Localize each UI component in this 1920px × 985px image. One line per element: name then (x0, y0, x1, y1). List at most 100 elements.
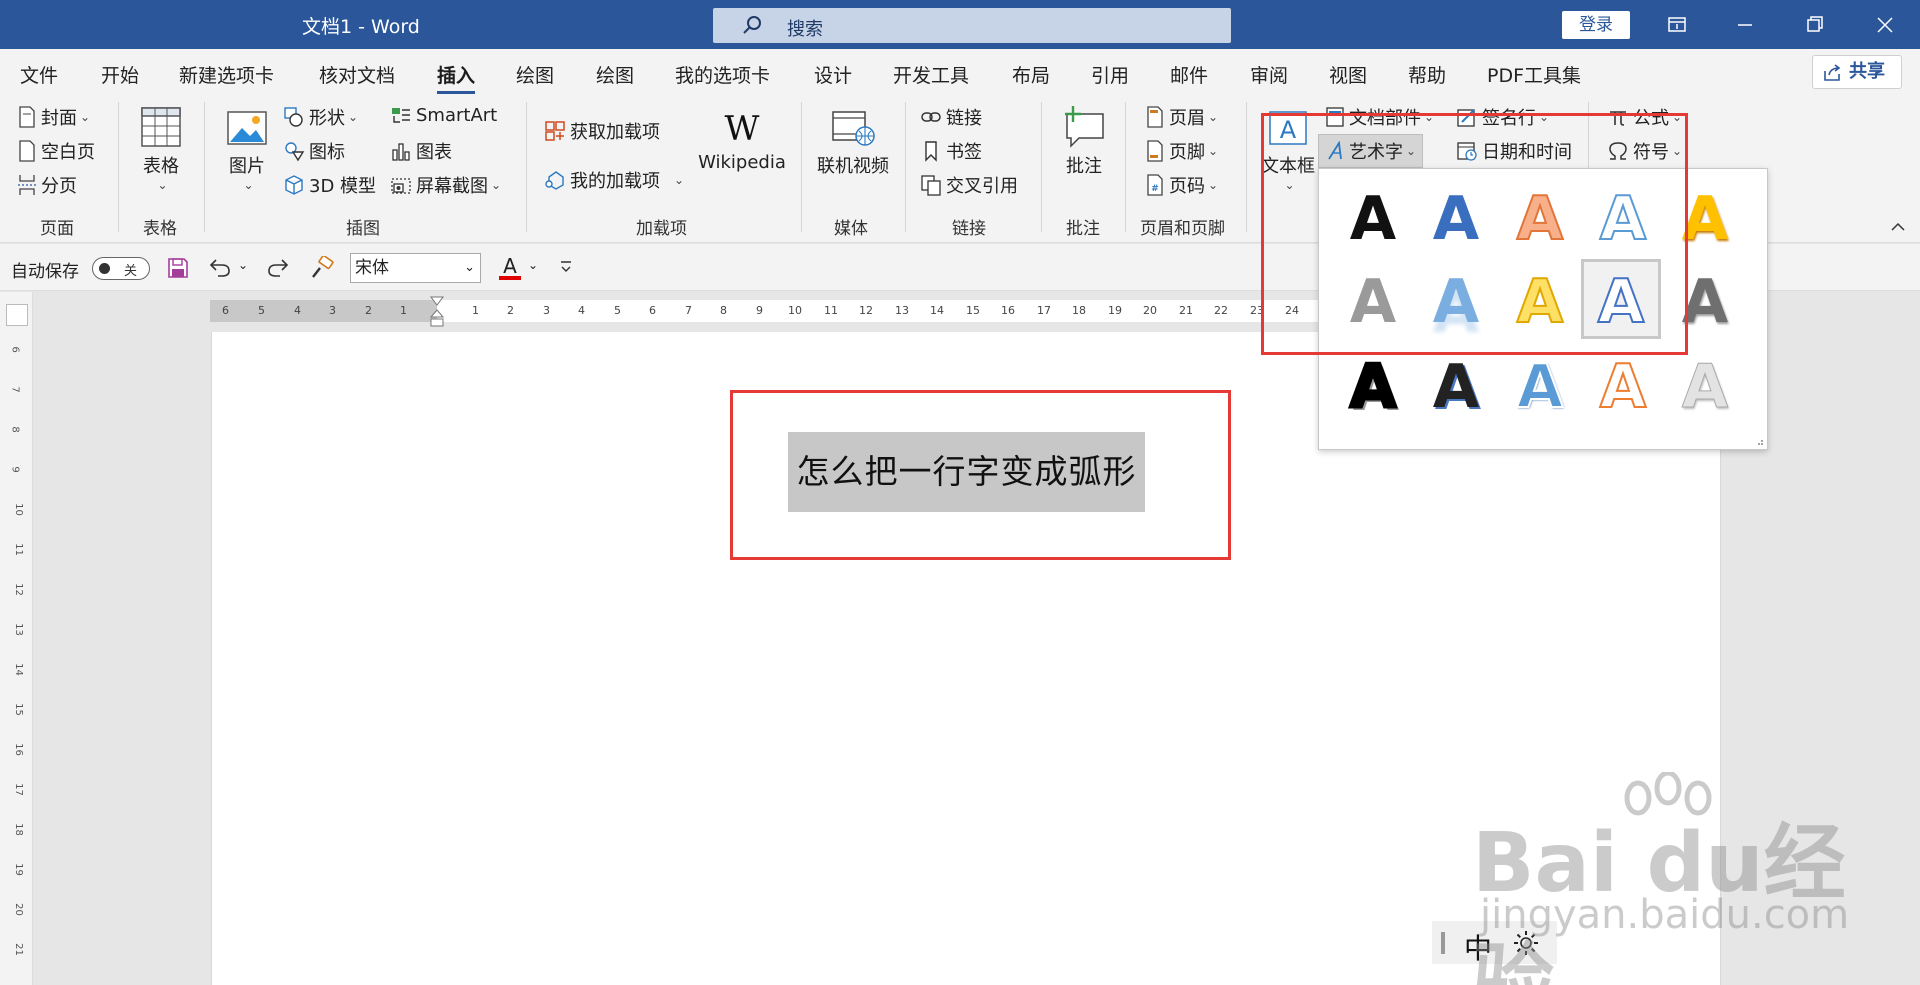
online-video-button[interactable]: 联机视频 (815, 108, 891, 178)
new-comment-button[interactable]: 批注 (1058, 104, 1110, 178)
get-addins-button[interactable]: 获取加载项 (544, 118, 660, 144)
hruler-tick: 6 (222, 304, 229, 317)
tab-new[interactable]: 新建选项卡 (179, 61, 274, 88)
wordart-style-14[interactable]: A (1583, 347, 1663, 427)
save-icon[interactable] (166, 256, 190, 280)
tab-my-tab[interactable]: 我的选项卡 (675, 61, 770, 88)
group-label-pages: 页面 (40, 219, 74, 239)
wordart-style-6[interactable]: A (1333, 262, 1413, 342)
font-color-icon[interactable]: A (497, 254, 523, 282)
wordart-button[interactable]: 艺术字 ⌄ (1318, 134, 1424, 168)
text-box-button[interactable]: A 文本框 ⌄ (1258, 108, 1318, 192)
tab-help[interactable]: 帮助 (1408, 61, 1446, 88)
addin-icon (545, 171, 564, 190)
shapes-button[interactable]: 形状 ⌄ (283, 104, 358, 130)
cover-page-button[interactable]: 封面 ⌄ (17, 104, 90, 130)
wordart-style-4[interactable]: A (1583, 179, 1663, 259)
tab-view[interactable]: 视图 (1329, 61, 1367, 88)
table-icon (141, 107, 181, 147)
wordart-style-10[interactable]: A (1665, 262, 1745, 342)
tab-draw-2[interactable]: 绘图 (596, 61, 634, 88)
my-addins-button[interactable]: 我的加载项 ⌄ (544, 167, 684, 193)
tab-home[interactable]: 开始 (101, 61, 139, 88)
resize-grip-icon[interactable] (1756, 438, 1764, 446)
tab-check-document[interactable]: 核对文档 (319, 61, 395, 88)
quick-parts-button[interactable]: 文档部件 ⌄ (1325, 104, 1434, 130)
hruler-tick: 2 (507, 304, 514, 317)
undo-icon[interactable] (208, 256, 232, 280)
share-button[interactable]: 共享 (1812, 55, 1902, 89)
selected-text[interactable]: 怎么把一行字变成弧形 (788, 432, 1145, 512)
equation-button[interactable]: 公式 ⌄ (1607, 104, 1682, 130)
footer-button[interactable]: 页脚 ⌄ (1145, 138, 1218, 164)
smartart-button[interactable]: SmartArt (390, 104, 497, 126)
tab-selector[interactable] (6, 304, 28, 326)
wordart-style-8[interactable]: A (1500, 262, 1580, 342)
wordart-style-3[interactable]: A (1500, 179, 1580, 259)
undo-dropdown-icon[interactable]: ⌄ (238, 258, 248, 272)
wordart-style-9[interactable]: A (1581, 259, 1661, 339)
tab-developer[interactable]: 开发工具 (893, 61, 969, 88)
vruler-tick: 16 (12, 743, 24, 756)
tab-pdf-tools[interactable]: PDF工具集 (1487, 61, 1581, 88)
font-name-select[interactable]: 宋体 ⌄ (350, 253, 481, 283)
ribbon-display-options-icon[interactable] (1662, 10, 1692, 40)
vruler-tick: 10 (12, 503, 24, 516)
tab-draw-1[interactable]: 绘图 (516, 61, 554, 88)
link-button[interactable]: 链接 (920, 104, 982, 130)
blank-page-button[interactable]: 空白页 (17, 138, 95, 164)
wordart-style-12[interactable]: A (1416, 347, 1496, 427)
header-button[interactable]: 页眉 ⌄ (1145, 104, 1218, 130)
tab-design[interactable]: 设计 (814, 61, 852, 88)
indent-marker-icon[interactable] (430, 296, 444, 328)
tab-insert[interactable]: 插入 (437, 61, 476, 94)
wikipedia-button[interactable]: W Wikipedia (697, 108, 787, 173)
format-painter-icon[interactable] (310, 256, 334, 280)
font-color-dropdown-icon[interactable]: ⌄ (528, 258, 538, 272)
watermark: Bai du经验 jingyan.baidu.com (1472, 772, 1920, 985)
wordart-style-11[interactable]: A (1333, 347, 1413, 427)
wordart-style-5[interactable]: A (1665, 179, 1745, 259)
chart-button[interactable]: 图表 (390, 138, 452, 164)
tab-references[interactable]: 引用 (1091, 61, 1129, 88)
tab-mailings[interactable]: 邮件 (1170, 61, 1208, 88)
collapse-ribbon-icon[interactable] (1890, 220, 1906, 232)
tab-review[interactable]: 审阅 (1250, 61, 1288, 88)
group-label-comments: 批注 (1066, 219, 1100, 239)
pictures-button[interactable]: 图片 ⌄ (224, 108, 270, 192)
hruler-tick: 5 (614, 304, 621, 317)
search-box[interactable]: 搜索 (713, 8, 1231, 43)
login-button[interactable]: 登录 (1562, 11, 1630, 39)
minimize-icon[interactable] (1730, 10, 1760, 40)
symbol-button[interactable]: 符号 ⌄ (1607, 138, 1682, 164)
date-time-button[interactable]: 日期和时间 (1456, 138, 1572, 164)
table-button[interactable]: 表格 ⌄ (138, 106, 184, 192)
wordart-style-1[interactable]: A (1333, 179, 1413, 259)
redo-icon[interactable] (266, 256, 290, 280)
icons-button[interactable]: 图标 (283, 138, 345, 164)
share-icon (1824, 64, 1841, 81)
page-break-button[interactable]: 分页 (17, 172, 77, 198)
tab-file[interactable]: 文件 (20, 61, 58, 88)
hruler-tick: 8 (720, 304, 727, 317)
wordart-style-15[interactable]: A (1665, 347, 1745, 427)
wordart-style-7[interactable]: A (1416, 262, 1496, 342)
page-number-button[interactable]: # 页码 ⌄ (1145, 172, 1218, 198)
bookmark-button[interactable]: 书签 (920, 138, 982, 164)
hruler-tick: 16 (1001, 304, 1015, 317)
close-icon[interactable] (1870, 10, 1900, 40)
signature-line-icon (1457, 109, 1475, 127)
screenshot-button[interactable]: 屏幕截图 ⌄ (390, 172, 501, 198)
customize-qat-icon[interactable] (558, 258, 574, 276)
wordart-style-2[interactable]: A (1416, 179, 1496, 259)
blank-page-icon (19, 140, 35, 162)
restore-icon[interactable] (1800, 10, 1830, 40)
autosave-label: 自动保存 (11, 262, 79, 282)
autosave-toggle[interactable]: 关 (92, 257, 150, 280)
wordart-style-13[interactable]: A (1500, 347, 1580, 427)
signature-line-button[interactable]: 签名行 ⌄ (1456, 104, 1549, 130)
cross-reference-button[interactable]: 交叉引用 (920, 172, 1018, 198)
3d-models-button[interactable]: 3D 模型 (283, 172, 376, 198)
tab-layout[interactable]: 布局 (1012, 61, 1050, 88)
ime-drag-handle[interactable] (1441, 932, 1445, 954)
